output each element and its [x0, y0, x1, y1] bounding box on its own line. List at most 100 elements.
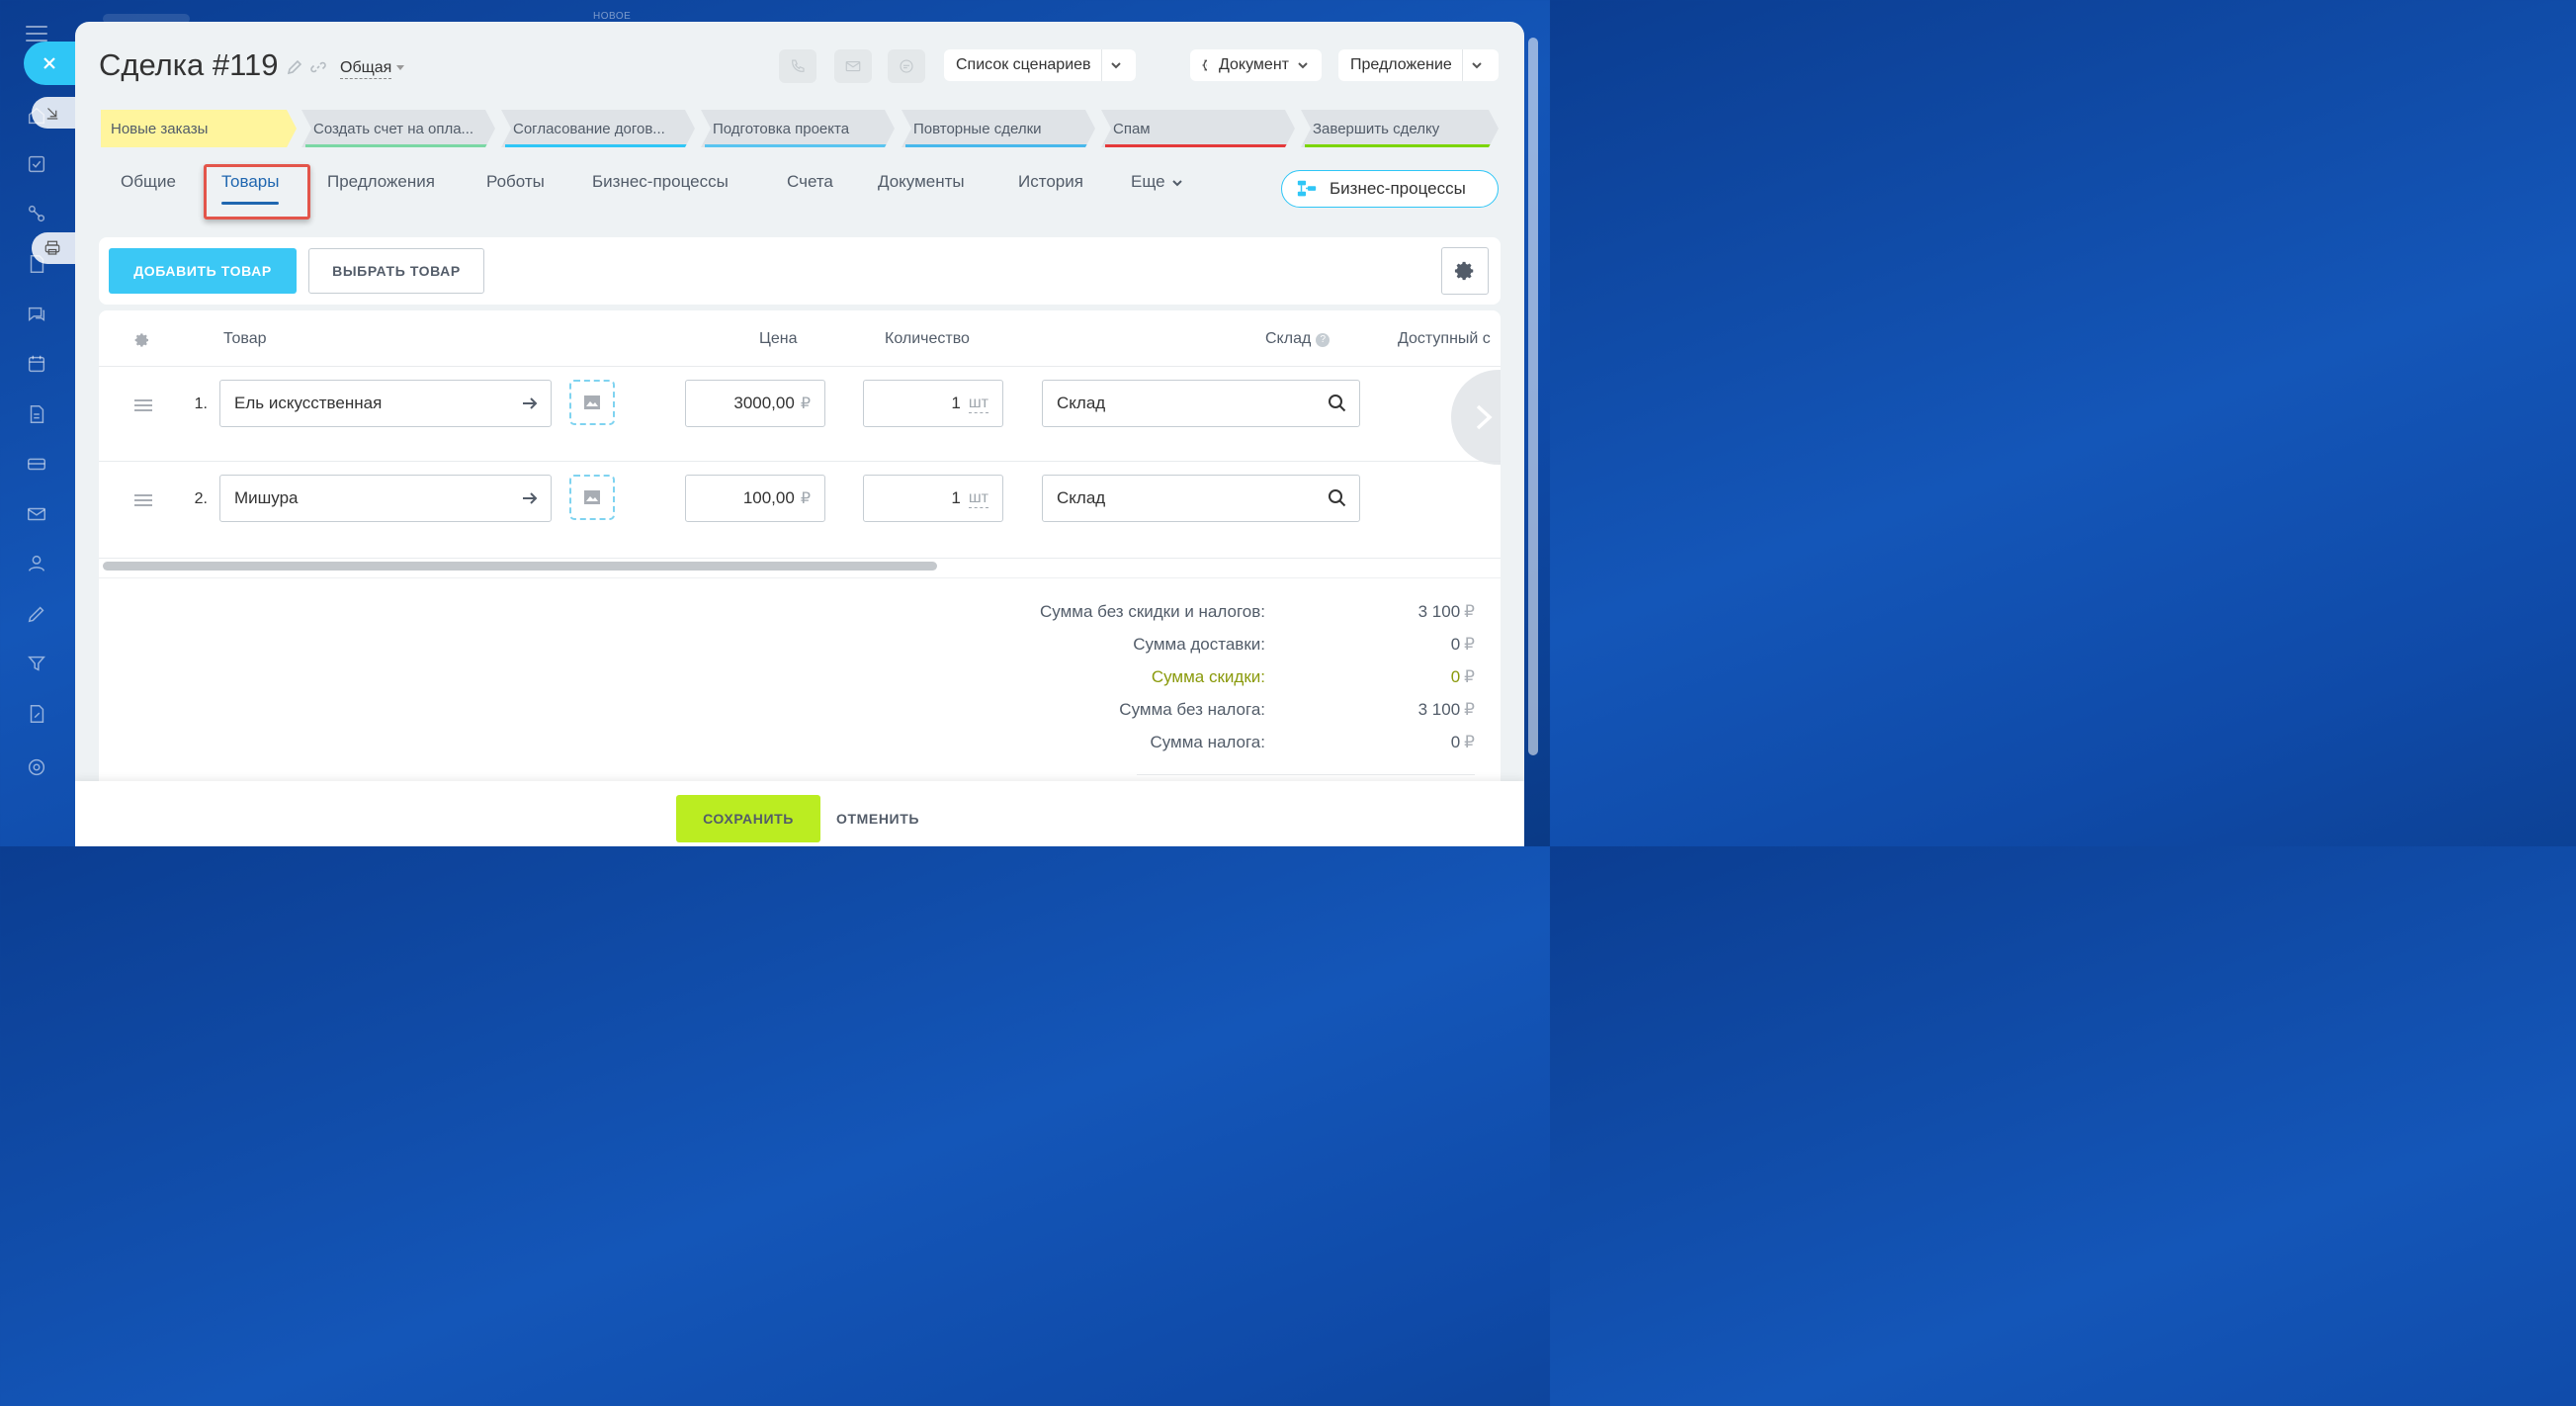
warehouse-input[interactable]: Склад: [1042, 475, 1360, 522]
minimize-tab[interactable]: [32, 97, 75, 129]
choose-product-button[interactable]: ВЫБРАТЬ ТОВАР: [308, 248, 484, 294]
add-product-button[interactable]: ДОБАВИТЬ ТОВАР: [109, 248, 297, 294]
link-icon[interactable]: [310, 59, 326, 75]
stage-create-invoice[interactable]: Создать счет на опла...: [301, 110, 495, 147]
product-image-slot[interactable]: [569, 380, 615, 425]
drive-icon[interactable]: [24, 451, 49, 477]
total-value: 3 100 ₽: [1417, 602, 1475, 621]
print-icon: [44, 240, 60, 255]
document-dropdown[interactable]: Документ: [1207, 49, 1322, 81]
quantity-input[interactable]: 1 шт: [863, 475, 1003, 522]
products-settings-button[interactable]: [1441, 247, 1489, 295]
quantity-input[interactable]: 1 шт: [863, 380, 1003, 427]
category-select[interactable]: Общая: [340, 59, 392, 79]
tab-robots[interactable]: Роботы: [486, 172, 545, 192]
stage-contract-approval[interactable]: Согласование догов...: [501, 110, 695, 147]
top-label: НОВОЕ: [593, 11, 632, 22]
close-slider-button[interactable]: [24, 42, 79, 85]
tab-offers[interactable]: Предложения: [327, 172, 435, 192]
email-button[interactable]: [834, 49, 872, 83]
column-settings-icon[interactable]: [134, 332, 150, 348]
tab-business-processes[interactable]: Бизнес-процессы: [592, 172, 729, 192]
chat-bubble-icon: [900, 59, 913, 73]
phone-button[interactable]: [779, 49, 816, 83]
chevron-down-icon: [1110, 62, 1121, 69]
warehouse-input[interactable]: Склад: [1042, 380, 1360, 427]
unit-select[interactable]: шт: [968, 489, 988, 508]
tab-more[interactable]: Еще: [1131, 172, 1183, 192]
page-scrollbar[interactable]: [1528, 38, 1538, 755]
funnel-icon[interactable]: [24, 651, 49, 676]
stage-project-preparation[interactable]: Подготовка проекта: [701, 110, 895, 147]
price-value: 3000,00: [733, 394, 795, 412]
chat-button[interactable]: [888, 49, 925, 83]
cancel-button[interactable]: ОТМЕНИТЬ: [836, 795, 919, 842]
stage-new-orders[interactable]: Новые заказы: [101, 110, 297, 147]
product-name-input[interactable]: Ель искусственная: [219, 380, 552, 427]
product-name-value: Мишура: [234, 488, 299, 507]
calendar-icon[interactable]: [24, 351, 49, 377]
pencil-icon[interactable]: [287, 59, 302, 75]
drag-handle-icon[interactable]: [134, 399, 152, 411]
phone-icon: [792, 59, 805, 72]
scroll-right-button[interactable]: [1451, 370, 1501, 465]
menu-icon[interactable]: [26, 26, 47, 42]
file-icon[interactable]: [24, 401, 49, 427]
total-label: Сумма без скидки и налогов:: [1040, 602, 1265, 621]
stage-close-deal[interactable]: Завершить сделку: [1301, 110, 1499, 147]
arrow-right-icon[interactable]: [521, 489, 539, 507]
business-processes-button[interactable]: Бизнес-процессы: [1281, 170, 1499, 208]
search-icon[interactable]: [1328, 488, 1347, 508]
price-input[interactable]: 3000,00 ₽: [685, 380, 825, 427]
title-actions: [287, 59, 326, 75]
column-product: Товар: [223, 330, 267, 347]
warehouse-value: Склад: [1057, 394, 1106, 412]
tab-invoices[interactable]: Счета: [787, 172, 833, 192]
products-toolbar: ДОБАВИТЬ ТОВАР ВЫБРАТЬ ТОВАР: [99, 237, 1501, 305]
help-icon[interactable]: ?: [1316, 332, 1331, 347]
column-warehouse-label: Склад: [1265, 330, 1312, 347]
tax-label: Сумма налога:: [1150, 733, 1265, 751]
mail-icon[interactable]: [24, 501, 49, 527]
stage-repeat-deals[interactable]: Повторные сделки: [902, 110, 1095, 147]
flow-icon[interactable]: [24, 201, 49, 226]
chevron-down-icon: [1298, 62, 1308, 69]
discount-label: Сумма скидки:: [1151, 667, 1265, 686]
horizontal-scrollbar[interactable]: [103, 562, 1497, 571]
business-processes-label: Бизнес-процессы: [1330, 179, 1466, 198]
product-image-slot[interactable]: [569, 475, 615, 520]
search-icon[interactable]: [1328, 394, 1347, 413]
tab-general[interactable]: Общие: [121, 172, 176, 192]
minimize-icon: [46, 108, 58, 120]
edit-doc-icon[interactable]: [24, 701, 49, 727]
chevron-down-icon: [1472, 62, 1482, 69]
scenarios-dropdown[interactable]: Список сценариев: [944, 49, 1136, 81]
contacts-icon[interactable]: [24, 551, 49, 576]
column-warehouse: Склад?: [1265, 330, 1331, 348]
chat-icon[interactable]: [24, 302, 49, 327]
offer-dropdown[interactable]: Предложение: [1338, 49, 1499, 81]
tasks-icon[interactable]: [24, 151, 49, 177]
gear-icon: [1454, 261, 1474, 281]
page-title: Сделка #119: [99, 47, 279, 82]
print-tab[interactable]: [32, 232, 75, 264]
column-available: Доступный с: [1398, 330, 1491, 347]
price-input[interactable]: 100,00 ₽: [685, 475, 825, 522]
scrollbar-thumb[interactable]: [103, 562, 937, 571]
arrow-right-icon[interactable]: [521, 395, 539, 412]
tab-documents[interactable]: Документы: [878, 172, 965, 192]
sign-icon[interactable]: [24, 601, 49, 627]
unit-select[interactable]: шт: [968, 395, 988, 413]
settings-icon[interactable]: [24, 754, 49, 780]
envelope-icon: [845, 60, 861, 72]
stage-spam[interactable]: Спам: [1101, 110, 1295, 147]
offer-label: Предложение: [1350, 56, 1452, 73]
row-number: 2.: [194, 490, 208, 507]
delivery-value: 0 ₽: [1450, 635, 1475, 654]
delivery-label: Сумма доставки:: [1133, 635, 1265, 654]
product-name-input[interactable]: Мишура: [219, 475, 552, 522]
tab-history[interactable]: История: [1018, 172, 1083, 192]
close-icon: [43, 57, 55, 69]
save-button[interactable]: СОХРАНИТЬ: [676, 795, 820, 842]
drag-handle-icon[interactable]: [134, 494, 152, 506]
